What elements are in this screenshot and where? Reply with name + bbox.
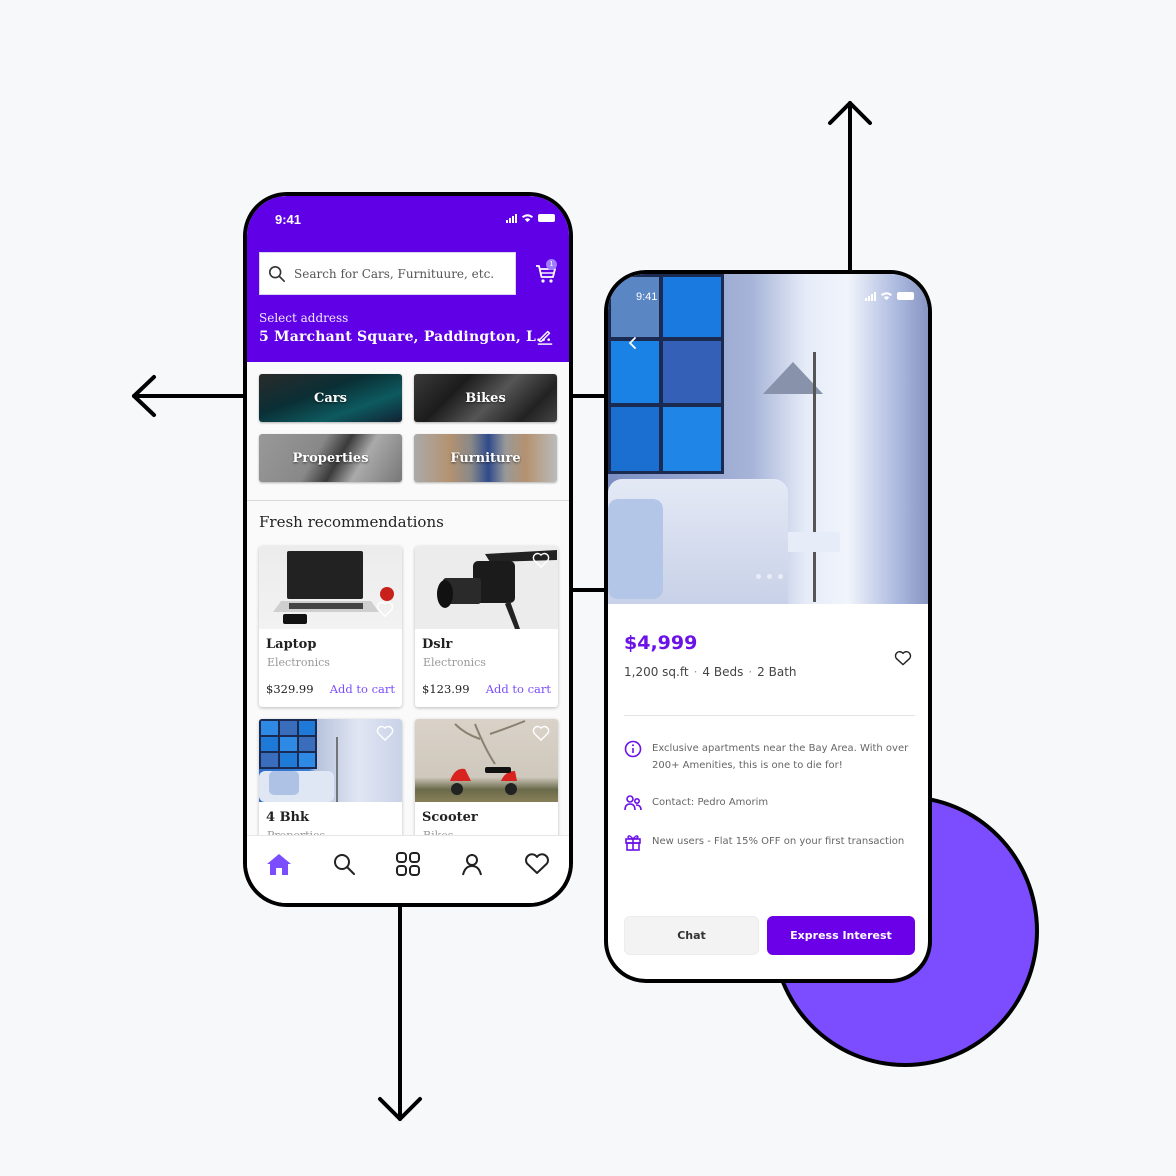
category-label: Properties — [292, 450, 369, 466]
property-specs: 1,200 sq.ft · 4 Beds · 2 Bath — [624, 665, 797, 679]
battery-icon — [897, 292, 914, 300]
category-grid: Cars Bikes Properties Furniture — [259, 374, 559, 482]
add-to-cart-button[interactable]: Add to cart — [486, 682, 551, 696]
product-category: Electronics — [423, 656, 486, 669]
product-image-laptop — [259, 546, 402, 629]
nav-profile[interactable] — [459, 851, 485, 877]
info-icon — [624, 740, 642, 758]
spec-separator: · — [693, 665, 698, 679]
status-bar: 9:41 — [608, 274, 928, 314]
nav-categories[interactable] — [395, 851, 421, 877]
cart-badge: 1 — [546, 259, 557, 270]
favorite-heart-icon[interactable] — [532, 552, 550, 568]
address-value[interactable]: 5 Marchant Square, Paddington, L... — [259, 329, 551, 345]
product-image-dslr — [415, 546, 558, 629]
heart-icon — [524, 853, 549, 874]
grid-icon — [395, 852, 420, 876]
description-text: Exclusive apartments near the Bay Area. … — [652, 743, 909, 771]
product-card[interactable]: Laptop Electronics $329.99 Add to cart — [259, 546, 402, 707]
contact-text: Contact: Pedro Amorim — [652, 797, 769, 808]
add-to-cart-button[interactable]: Add to cart — [330, 682, 395, 696]
users-icon — [624, 795, 642, 811]
nav-home[interactable] — [266, 851, 292, 877]
connector-lines — [571, 394, 606, 592]
nav-search[interactable] — [331, 851, 357, 877]
property-detail-phone: 9:41 $4,999 1,200 sq.ft · 4 Beds · 2 Bat… — [604, 270, 932, 983]
back-chevron-icon[interactable] — [626, 336, 640, 350]
search-icon — [268, 265, 286, 282]
gift-icon — [625, 835, 641, 851]
section-title: Fresh recommendations — [259, 513, 444, 531]
edit-icon[interactable] — [536, 327, 554, 345]
product-image-4bhk — [259, 719, 402, 802]
home-screen-phone: 9:41 1 Select address 5 Marchant Square,… — [243, 192, 573, 907]
search-icon — [333, 854, 355, 875]
spec-baths: 2 Bath — [757, 665, 797, 679]
product-price: $123.99 — [422, 682, 470, 696]
product-card[interactable]: Dslr Electronics $123.99 Add to cart — [415, 546, 558, 707]
favorite-heart-icon[interactable] — [894, 650, 912, 666]
signal-icon — [506, 213, 517, 223]
spec-beds: 4 Beds — [702, 665, 744, 679]
wifi-icon — [521, 214, 534, 223]
product-name: Dslr — [422, 637, 453, 652]
category-label: Cars — [314, 390, 347, 406]
spec-area: 1,200 sq.ft — [624, 665, 689, 679]
signal-icon — [865, 291, 876, 301]
favorite-heart-icon[interactable] — [376, 601, 394, 617]
category-properties[interactable]: Properties — [259, 434, 402, 482]
category-furniture[interactable]: Furniture — [414, 434, 557, 482]
category-label: Furniture — [450, 450, 521, 466]
chat-button[interactable]: Chat — [624, 916, 759, 955]
home-header: 9:41 1 Select address 5 Marchant Square,… — [247, 196, 569, 362]
product-name: 4 Bhk — [266, 810, 310, 825]
details-divider — [624, 715, 915, 716]
product-name: Scooter — [422, 810, 478, 825]
property-image-carousel[interactable]: 9:41 — [608, 274, 928, 604]
status-bar: 9:41 — [247, 196, 569, 236]
bottom-navigation — [247, 835, 569, 903]
category-cars[interactable]: Cars — [259, 374, 402, 422]
category-bikes[interactable]: Bikes — [414, 374, 557, 422]
battery-icon — [538, 214, 555, 222]
spec-separator: · — [748, 665, 753, 679]
favorite-heart-icon[interactable] — [532, 725, 550, 741]
wifi-icon — [880, 292, 893, 301]
category-label: Bikes — [465, 390, 506, 406]
status-time: 9:41 — [636, 291, 658, 303]
search-field[interactable] — [259, 252, 516, 295]
offer-text: New users - Flat 15% OFF on your first t… — [652, 836, 905, 847]
home-icon — [267, 854, 292, 875]
favorite-heart-icon[interactable] — [376, 725, 394, 741]
address-label: Select address — [259, 311, 349, 325]
canvas: 9:41 1 Select address 5 Marchant Square,… — [0, 0, 1176, 1176]
property-price: $4,999 — [624, 632, 698, 654]
arrow-up — [828, 101, 872, 274]
profile-icon — [462, 854, 483, 876]
product-grid: Laptop Electronics $329.99 Add to cart D… — [259, 546, 559, 880]
arrow-left — [132, 375, 247, 417]
product-name: Laptop — [266, 637, 317, 652]
carousel-indicator[interactable] — [756, 574, 783, 579]
nav-favorites[interactable] — [524, 851, 550, 877]
product-price: $329.99 — [266, 682, 314, 696]
arrow-down — [378, 903, 422, 1121]
express-interest-button[interactable]: Express Interest — [767, 916, 915, 955]
product-category: Electronics — [267, 656, 330, 669]
product-image-scooter — [415, 719, 558, 802]
section-divider — [247, 500, 569, 501]
info-contact: Contact: Pedro Amorim — [624, 794, 768, 812]
search-input[interactable] — [294, 266, 504, 281]
info-description: Exclusive apartments near the Bay Area. … — [624, 740, 914, 774]
status-time: 9:41 — [275, 212, 302, 227]
info-offer: New users - Flat 15% OFF on your first t… — [624, 833, 904, 851]
